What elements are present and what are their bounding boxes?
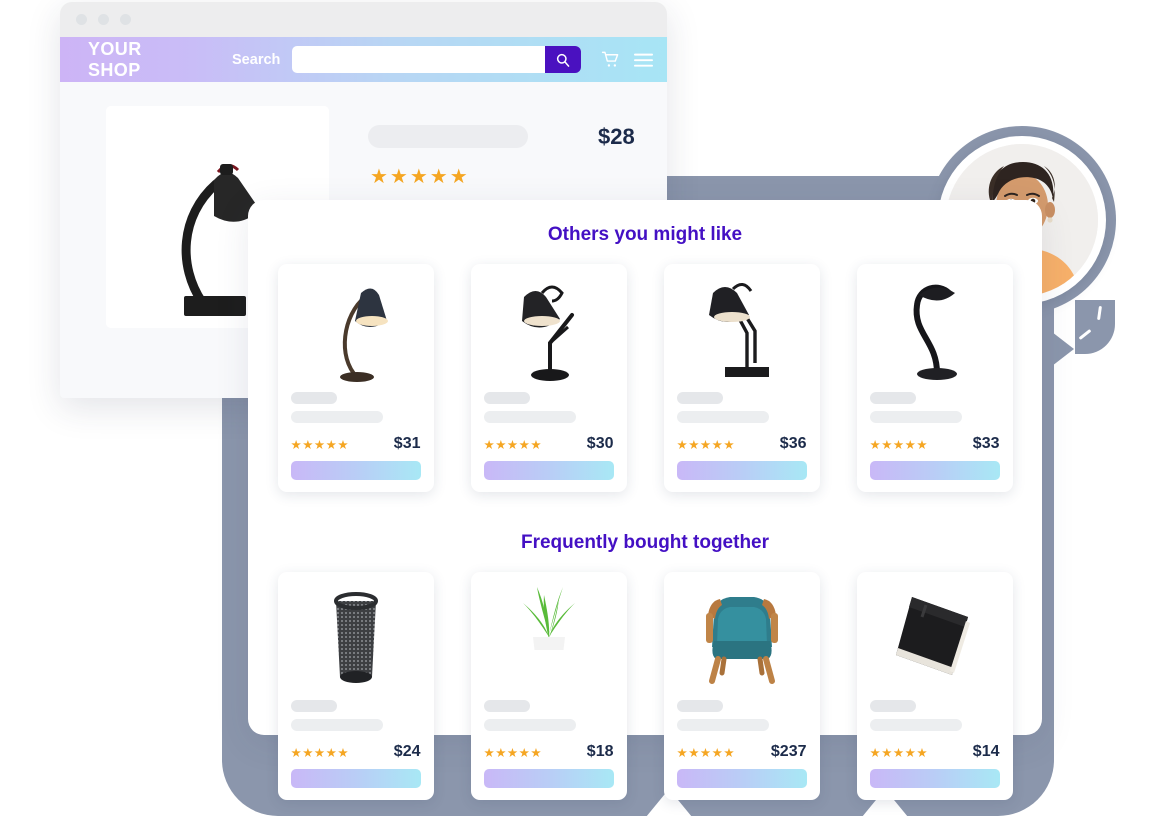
search-label: Search: [232, 51, 281, 68]
cart-icon: [601, 51, 619, 67]
card-subtitle-placeholder: [483, 411, 576, 424]
recommendations-panel: Others you might like ★★★★★ $31 ★★★★★ $3…: [248, 200, 1042, 800]
product-card[interactable]: ★★★★★ $18: [470, 572, 627, 800]
card-title-placeholder: [290, 392, 337, 405]
add-to-cart-button[interactable]: [676, 461, 807, 480]
card-subtitle-placeholder: [483, 719, 576, 732]
card-subtitle-placeholder: [676, 411, 769, 424]
card-price: $14: [972, 743, 1000, 761]
frequently-bought-together-card-list: ★★★★★ $24 ★★★★★ $18 ★★★★★ $237 ★★★★★ $14: [248, 572, 1042, 800]
section-heading-others-you-might-like: Others you might like: [547, 224, 743, 245]
card-meta-row: ★★★★★ $24: [291, 743, 421, 761]
product-rating-stars: ★★★★★: [370, 166, 470, 188]
card-title-placeholder: [483, 392, 530, 405]
card-subtitle-placeholder: [676, 719, 769, 732]
card-subtitle-placeholder: [290, 411, 383, 424]
search-bar: [292, 46, 581, 73]
card-price: $18: [586, 743, 614, 761]
card-meta-row: ★★★★★ $30: [484, 435, 614, 453]
card-meta-row: ★★★★★ $33: [870, 435, 1000, 453]
card-title-placeholder: [290, 700, 337, 713]
product-card[interactable]: ★★★★★ $14: [856, 572, 1013, 800]
backdrop-notch: [1078, 789, 1124, 817]
product-card-image: [484, 582, 614, 691]
add-to-cart-button[interactable]: [483, 769, 614, 788]
navbar-icon-group: [601, 50, 653, 69]
search-icon: [556, 53, 570, 67]
search-submit-button[interactable]: [545, 46, 581, 73]
card-title-placeholder: [869, 392, 916, 405]
product-card-image: [291, 582, 421, 691]
product-card-image: [870, 274, 1000, 383]
card-meta-row: ★★★★★ $237: [677, 743, 807, 761]
product-card-image: [484, 274, 614, 383]
search-input[interactable]: [292, 46, 545, 73]
add-to-cart-button[interactable]: [483, 461, 614, 480]
product-card-image: [677, 582, 807, 691]
card-price: $30: [586, 435, 614, 453]
product-card-image: [291, 274, 421, 383]
backdrop-pointer-tab: [1052, 332, 1074, 366]
card-rating-stars: ★★★★★: [869, 745, 929, 760]
card-meta-row: ★★★★★ $31: [291, 435, 421, 453]
add-to-cart-button[interactable]: [290, 769, 421, 788]
card-title-placeholder: [676, 392, 723, 405]
others-you-might-like-card-list: ★★★★★ $31 ★★★★★ $30 ★★★★★ $36 ★★★★★ $33: [248, 264, 1042, 492]
product-price: $28: [598, 124, 635, 149]
card-rating-stars: ★★★★★: [483, 745, 543, 760]
card-price: $33: [972, 435, 1000, 453]
card-price: $36: [779, 435, 807, 453]
card-meta-row: ★★★★★ $36: [677, 435, 807, 453]
product-card[interactable]: ★★★★★ $237: [663, 572, 820, 800]
add-to-cart-button[interactable]: [869, 769, 1000, 788]
cart-button[interactable]: [601, 50, 620, 69]
card-subtitle-placeholder: [869, 719, 962, 732]
product-title-placeholder: [368, 125, 528, 148]
card-price: $237: [770, 743, 807, 761]
hamburger-menu-icon: [634, 53, 653, 67]
window-dot-minimize-icon[interactable]: [98, 14, 109, 25]
section-heading-frequently-bought-together: Frequently bought together: [520, 532, 770, 553]
card-rating-stars: ★★★★★: [290, 437, 350, 452]
product-card[interactable]: ★★★★★ $30: [470, 264, 627, 492]
add-to-cart-button[interactable]: [290, 461, 421, 480]
product-card[interactable]: ★★★★★ $31: [277, 264, 434, 492]
card-price: $24: [393, 743, 421, 761]
card-rating-stars: ★★★★★: [290, 745, 350, 760]
card-meta-row: ★★★★★ $18: [484, 743, 614, 761]
product-card[interactable]: ★★★★★ $33: [856, 264, 1013, 492]
card-price: $31: [393, 435, 421, 453]
window-dot-maximize-icon[interactable]: [120, 14, 131, 25]
product-card[interactable]: ★★★★★ $24: [277, 572, 434, 800]
card-meta-row: ★★★★★ $14: [870, 743, 1000, 761]
window-dot-close-icon[interactable]: [76, 14, 87, 25]
avatar-bubble-tail: [1075, 300, 1115, 354]
card-rating-stars: ★★★★★: [483, 437, 543, 452]
browser-titlebar: [60, 2, 667, 37]
shop-logo[interactable]: YOUR SHOP: [88, 39, 194, 81]
illustration-canvas: YOUR SHOP Search $28 ★★★★★ Others you mi…: [0, 0, 1152, 831]
card-subtitle-placeholder: [290, 719, 383, 732]
shop-navbar: YOUR SHOP Search: [60, 37, 667, 82]
product-card[interactable]: ★★★★★ $36: [663, 264, 820, 492]
card-rating-stars: ★★★★★: [869, 437, 929, 452]
add-to-cart-button[interactable]: [869, 461, 1000, 480]
card-title-placeholder: [483, 700, 530, 713]
card-subtitle-placeholder: [869, 411, 962, 424]
product-card-image: [870, 582, 1000, 691]
card-rating-stars: ★★★★★: [676, 437, 736, 452]
card-title-placeholder: [869, 700, 916, 713]
card-title-placeholder: [676, 700, 723, 713]
menu-button[interactable]: [634, 52, 653, 68]
card-rating-stars: ★★★★★: [676, 745, 736, 760]
add-to-cart-button[interactable]: [676, 769, 807, 788]
product-card-image: [677, 274, 807, 383]
